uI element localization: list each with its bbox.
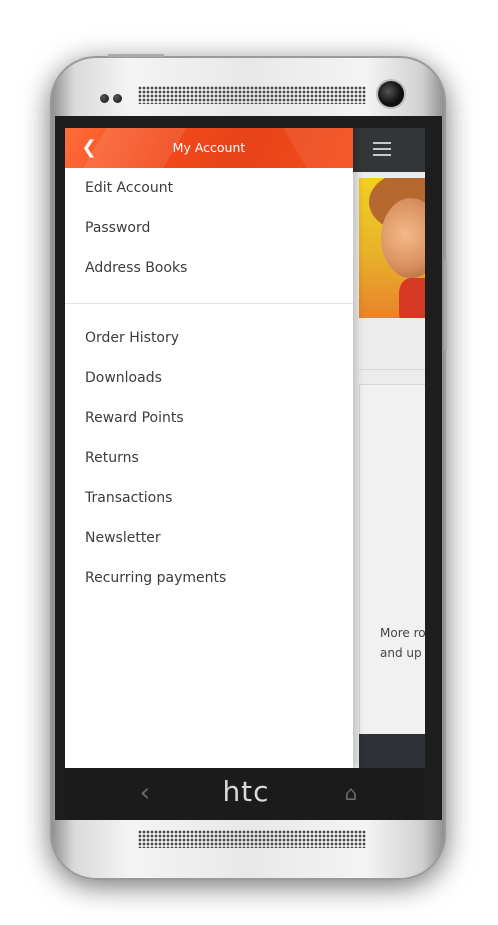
back-arrow-icon[interactable]: ‹ [133, 778, 157, 808]
chevron-left-icon[interactable]: ❮ [79, 136, 99, 160]
menu-divider [65, 303, 353, 304]
sensor-dots [100, 94, 126, 104]
banner-image[interactable] [359, 178, 425, 318]
order-menu: Order History Downloads Reward Points Re… [65, 318, 353, 598]
menu-item-address-books[interactable]: Address Books [65, 248, 353, 288]
content-card: More ro and up t [359, 384, 425, 735]
menu-item-transactions[interactable]: Transactions [65, 478, 353, 518]
drawer-header: My Account ❮ [65, 128, 353, 168]
menu-item-returns[interactable]: Returns [65, 438, 353, 478]
screen: More ro and up t My Account ❮ Edit Accou… [65, 128, 425, 768]
divider [359, 369, 425, 370]
menu-item-newsletter[interactable]: Newsletter [65, 518, 353, 558]
card-text-line: More ro [380, 626, 425, 640]
power-button [108, 54, 164, 57]
top-speaker-grille [138, 86, 366, 104]
front-camera [378, 81, 404, 107]
card-text: More ro and up t [380, 623, 425, 663]
account-menu: Edit Account Password Address Books [65, 168, 353, 288]
brand-logo: htc [222, 775, 270, 808]
bottom-speaker-grille [138, 830, 366, 848]
card-text-line: and up t [380, 646, 425, 660]
menu-item-password[interactable]: Password [65, 208, 353, 248]
card-footer [359, 734, 425, 768]
volume-button [444, 260, 447, 350]
menu-item-order-history[interactable]: Order History [65, 318, 353, 358]
menu-item-recurring-payments[interactable]: Recurring payments [65, 558, 353, 598]
menu-item-edit-account[interactable]: Edit Account [65, 168, 353, 208]
account-drawer: My Account ❮ Edit Account Password Addre… [65, 128, 353, 768]
hamburger-menu-icon[interactable] [373, 142, 391, 156]
drawer-title: My Account [172, 140, 246, 155]
device-nav-bar: ‹ htc ⌂ [65, 768, 425, 820]
home-icon[interactable]: ⌂ [341, 780, 361, 806]
menu-item-downloads[interactable]: Downloads [65, 358, 353, 398]
menu-item-reward-points[interactable]: Reward Points [65, 398, 353, 438]
